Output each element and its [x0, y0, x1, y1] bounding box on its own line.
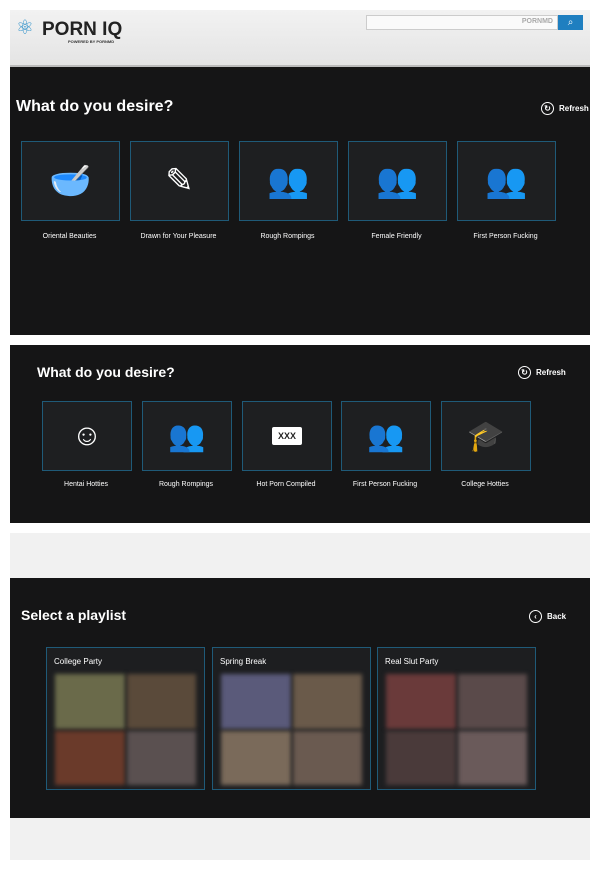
- category-tile[interactable]: ☺: [42, 401, 132, 471]
- category-label[interactable]: First Person Fucking: [446, 233, 566, 240]
- back-label: Back: [547, 612, 567, 621]
- thumbnail: [55, 730, 125, 785]
- refresh-button[interactable]: ↻ Refresh: [541, 102, 589, 115]
- thumbnail: [55, 674, 125, 729]
- category-tile[interactable]: 👥: [239, 141, 338, 221]
- back-icon: ‹: [529, 610, 542, 623]
- category-label[interactable]: Rough Rompings: [228, 233, 348, 240]
- category-tile[interactable]: 👥: [142, 401, 232, 471]
- category-tile[interactable]: 👥: [457, 141, 556, 221]
- logo-subtitle: POWERED BY PORNMD: [68, 39, 115, 44]
- folder-icon: XXX: [271, 427, 302, 445]
- category-label[interactable]: Female Friendly: [337, 233, 457, 240]
- thumbnail-grid: [221, 674, 362, 785]
- refresh-label: Refresh: [559, 104, 589, 113]
- thumbnail: [386, 730, 456, 785]
- playlist-card[interactable]: Real Slut Party: [377, 647, 536, 790]
- atom-logo-icon: ⚛: [16, 17, 34, 39]
- category-tile[interactable]: 👥: [341, 401, 431, 471]
- playlist-title: College Party: [54, 657, 103, 666]
- figures-icon: 👥: [367, 419, 405, 453]
- search-placeholder: PORNMD: [521, 18, 553, 25]
- thumbnail: [126, 730, 196, 785]
- category-label[interactable]: Oriental Beauties: [10, 233, 130, 240]
- category-label[interactable]: Drawn for Your Pleasure: [119, 233, 239, 240]
- search-button[interactable]: ⌕: [558, 15, 583, 30]
- playlist-title: Real Slut Party: [385, 657, 439, 666]
- playlist-card[interactable]: Spring Break: [212, 647, 371, 790]
- category-tile[interactable]: 🥣: [21, 141, 120, 221]
- search-input[interactable]: PORNMD: [366, 15, 558, 30]
- figures-icon: 👥: [485, 162, 528, 200]
- category-tile[interactable]: 👥: [348, 141, 447, 221]
- thumbnail-grid: [55, 674, 196, 785]
- graduation-cap-icon: 🎓: [467, 419, 505, 453]
- category-label[interactable]: College Hotties: [425, 481, 545, 488]
- thumbnail: [292, 730, 362, 785]
- logo[interactable]: PORN IQ: [42, 19, 122, 41]
- thumbnail: [457, 674, 527, 729]
- panel-playlist-bottom: [10, 818, 590, 860]
- page-title: What do you desire?: [16, 98, 174, 115]
- thumbnail: [126, 674, 196, 729]
- thumbnail: [457, 730, 527, 785]
- playlist-title: Spring Break: [220, 657, 267, 666]
- search-icon: ⌕: [567, 17, 574, 28]
- figures-icon: 👥: [267, 162, 310, 200]
- page-title: What do you desire?: [37, 364, 175, 380]
- thumbnail: [292, 674, 362, 729]
- refresh-icon: ↻: [518, 366, 531, 379]
- bowl-icon: 🥣: [49, 162, 92, 200]
- category-tile[interactable]: XXX: [242, 401, 332, 471]
- category-tile[interactable]: ✎: [130, 141, 229, 221]
- page-title: Select a playlist: [21, 607, 127, 623]
- thumbnail: [221, 730, 291, 785]
- panel-playlist-top: [10, 533, 590, 578]
- refresh-icon: ↻: [541, 102, 554, 115]
- thumbnail: [221, 674, 291, 729]
- face-icon: ☺: [71, 419, 103, 452]
- refresh-button[interactable]: ↻ Refresh: [518, 366, 566, 379]
- playlist-card[interactable]: College Party: [46, 647, 205, 790]
- figures-icon: 👥: [168, 419, 206, 453]
- thumbnail: [386, 674, 456, 729]
- back-button[interactable]: ‹ Back: [529, 610, 566, 623]
- pencil-icon: ✎: [165, 162, 194, 200]
- category-tile[interactable]: 🎓: [441, 401, 531, 471]
- refresh-label: Refresh: [536, 368, 566, 377]
- couple-icon: 👥: [376, 162, 419, 200]
- thumbnail-grid: [386, 674, 527, 785]
